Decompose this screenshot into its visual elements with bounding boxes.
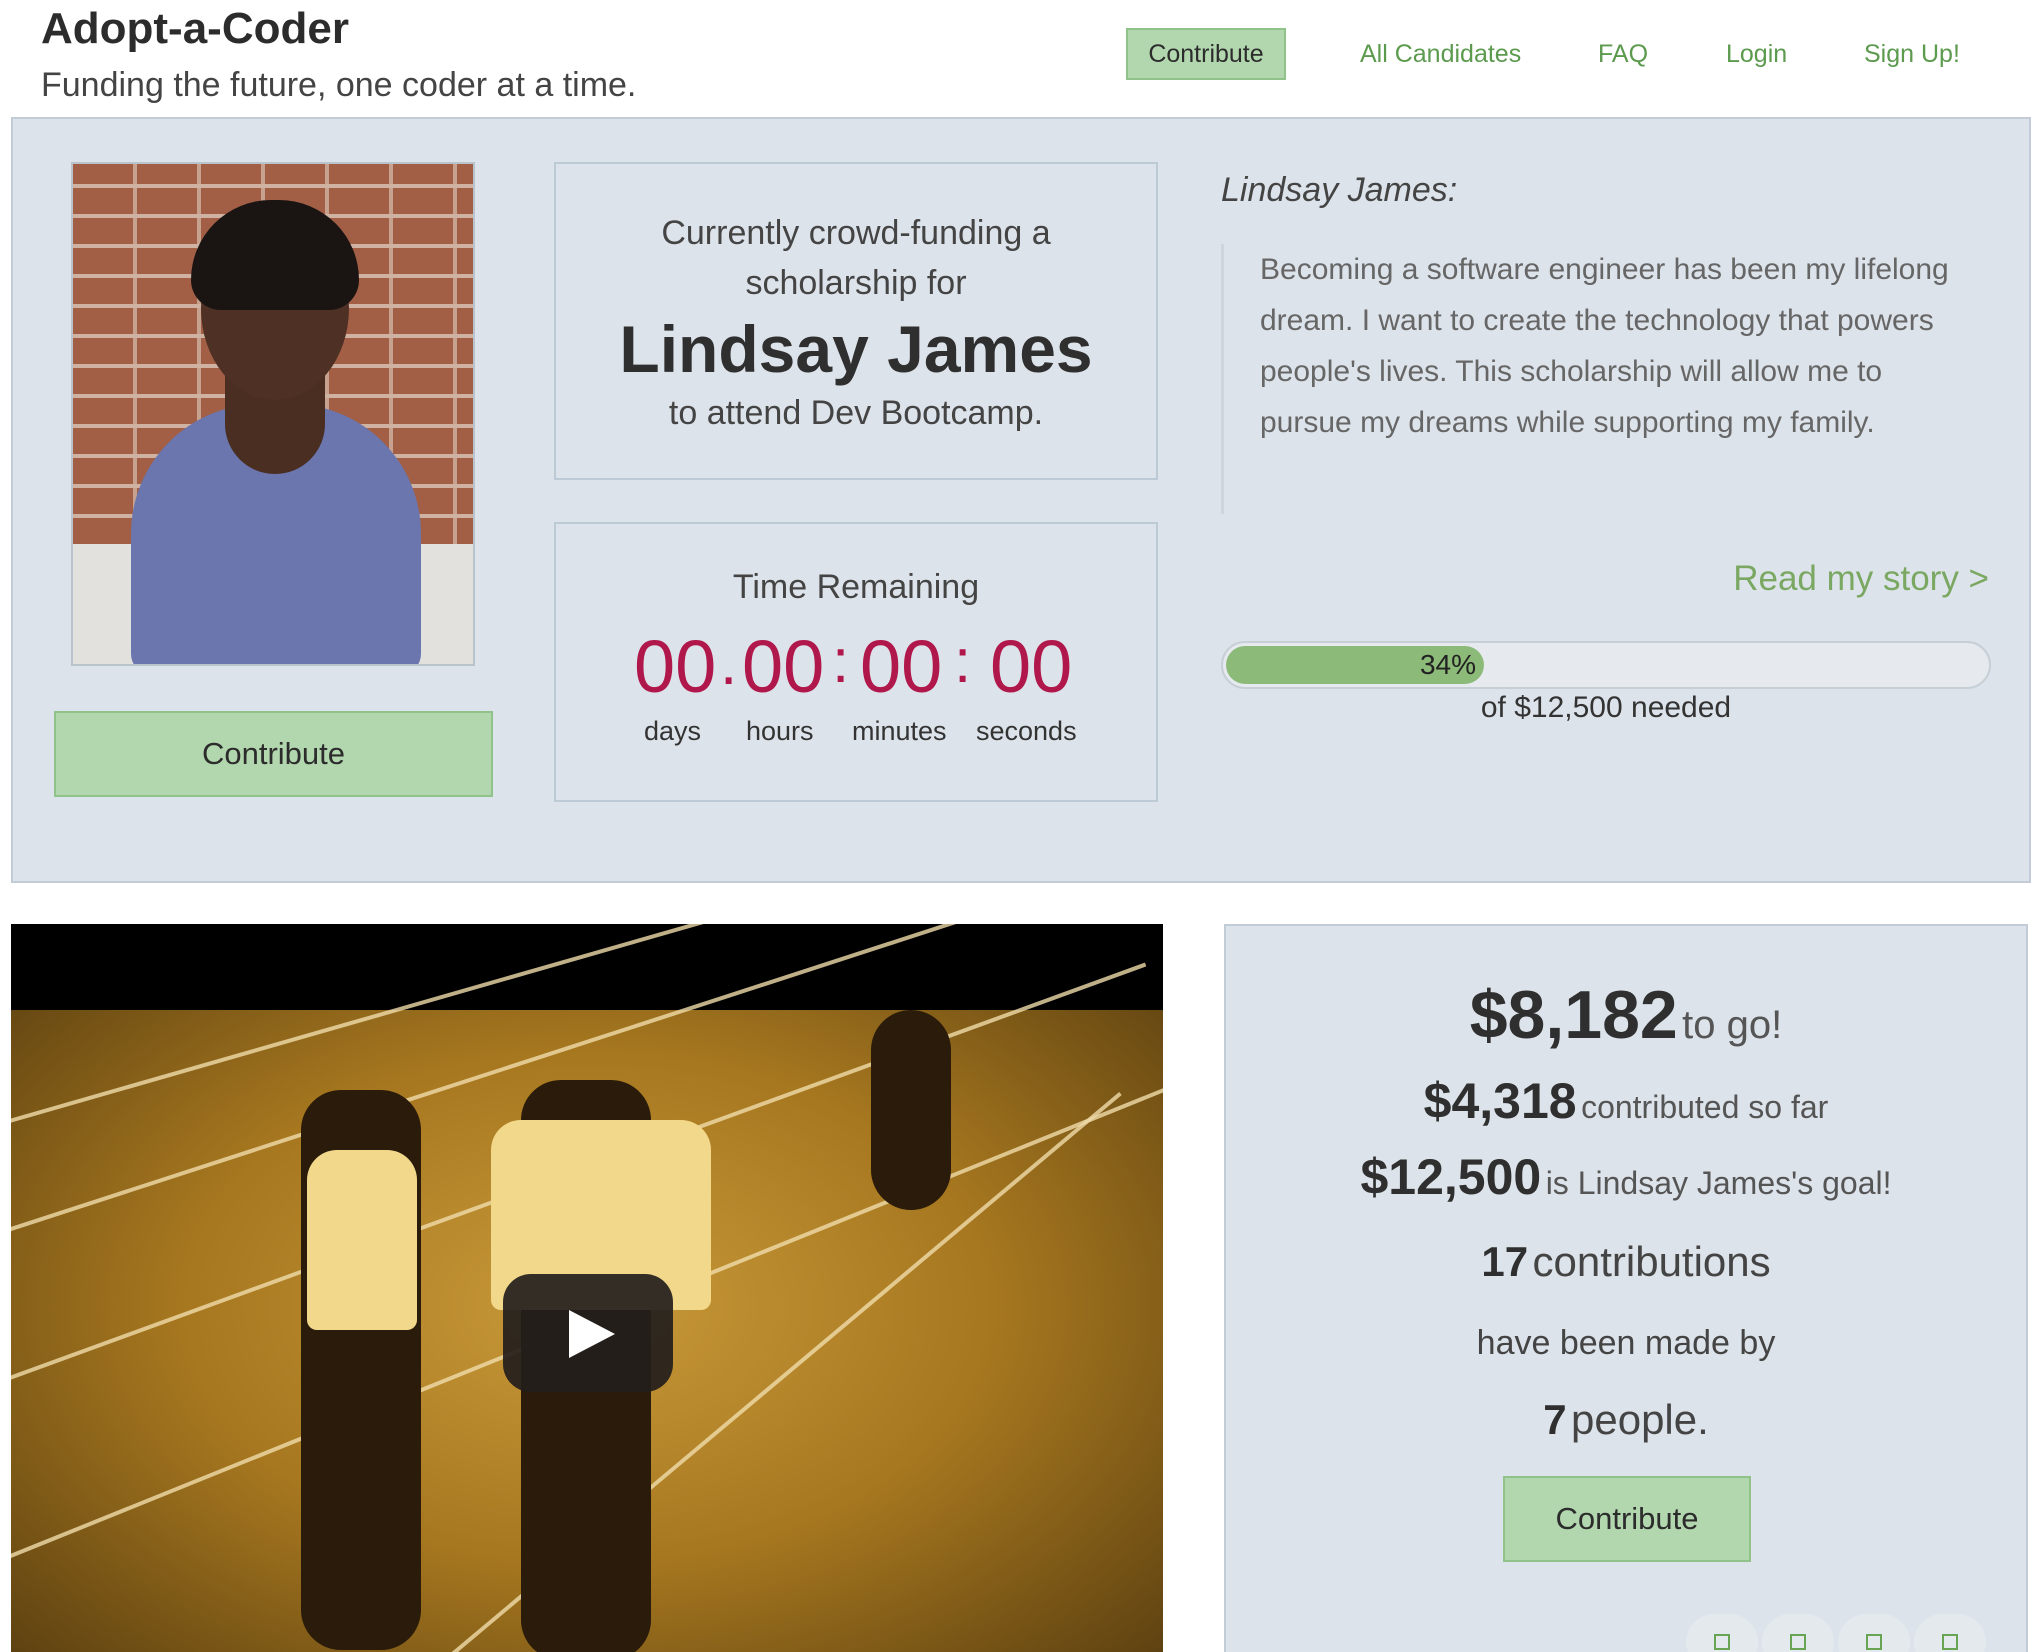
square-dot-icon xyxy=(1790,1634,1806,1650)
made-by-label: have been made by xyxy=(1476,1324,1776,1362)
site-title[interactable]: Adopt-a-Coder xyxy=(41,4,349,54)
timer-seconds: 00 xyxy=(990,625,1073,708)
site-tagline: Funding the future, one coder at a time. xyxy=(41,66,637,104)
square-dot-icon xyxy=(1942,1634,1958,1650)
funding-progress-bar: 34% xyxy=(1221,641,1991,689)
people-label: people. xyxy=(1571,1396,1709,1443)
carousel-dot-1[interactable] xyxy=(1686,1614,1758,1652)
contributions-count: 17 xyxy=(1481,1238,1529,1285)
funding-line-3: to attend Dev Bootcamp. xyxy=(668,394,1044,432)
video-play-button[interactable] xyxy=(503,1274,673,1392)
funding-stats-panel: $8,182 to go! $4,318 contributed so far … xyxy=(1224,924,2028,1652)
timer-unit-seconds: seconds xyxy=(976,716,1077,746)
goal-label: is Lindsay James's goal! xyxy=(1545,1165,1892,1201)
timer-days: 00 xyxy=(634,625,717,708)
candidate-name: Lindsay James xyxy=(619,312,1093,386)
play-icon xyxy=(569,1310,615,1358)
timer-separator: . xyxy=(720,629,738,698)
nav-faq-link[interactable]: FAQ xyxy=(1598,40,1648,69)
carousel-dot-4[interactable] xyxy=(1914,1614,1986,1652)
goal-amount: $12,500 xyxy=(1360,1149,1542,1205)
carousel-dot-2[interactable] xyxy=(1762,1614,1834,1652)
amount-contributed: $4,318 xyxy=(1423,1073,1577,1129)
top-nav: Contribute All Candidates FAQ Login Sign… xyxy=(1126,28,2038,82)
bio-quote: Becoming a software engineer has been my… xyxy=(1221,244,1981,514)
funding-line-1: Currently crowd-funding a xyxy=(661,214,1051,252)
timer-title: Time Remaining xyxy=(732,568,980,606)
progress-percent: 34% xyxy=(1419,649,1476,680)
candidate-hero-panel: Contribute Currently crowd-funding a sch… xyxy=(11,117,2031,883)
funding-line-2: scholarship for xyxy=(745,264,967,302)
timer-separator: : xyxy=(832,627,850,696)
bio-name: Lindsay James: xyxy=(1221,171,1458,209)
stats-contribute-button[interactable]: Contribute xyxy=(1503,1476,1751,1562)
square-dot-icon xyxy=(1866,1634,1882,1650)
square-dot-icon xyxy=(1714,1634,1730,1650)
hero-contribute-button[interactable]: Contribute xyxy=(54,711,493,797)
candidate-photo xyxy=(71,162,475,666)
countdown-digits: 00 . 00 : 00 : 00 xyxy=(556,624,1156,708)
funding-summary-box: Currently crowd-funding a scholarship fo… xyxy=(554,162,1158,480)
nav-login-link[interactable]: Login xyxy=(1726,40,1787,69)
amount-to-go: $8,182 xyxy=(1469,977,1678,1053)
nav-sign-up-link[interactable]: Sign Up! xyxy=(1864,40,1960,69)
amount-to-go-label: to go! xyxy=(1682,1003,1783,1047)
candidate-video[interactable] xyxy=(11,924,1163,1652)
timer-unit-days: days xyxy=(644,716,702,746)
timer-hours: 00 xyxy=(742,625,825,708)
people-count: 7 xyxy=(1543,1396,1567,1443)
countdown-timer-box: Time Remaining 00 . 00 : 00 : 00 days ho… xyxy=(554,522,1158,802)
nav-contribute-button[interactable]: Contribute xyxy=(1126,28,1286,80)
carousel-dot-3[interactable] xyxy=(1838,1614,1910,1652)
nav-all-candidates-link[interactable]: All Candidates xyxy=(1360,40,1521,69)
timer-unit-hours: hours xyxy=(746,716,814,746)
progress-caption: of $12,500 needed xyxy=(1480,691,1732,724)
timer-unit-minutes: minutes xyxy=(852,716,947,746)
timer-minutes: 00 xyxy=(860,625,943,708)
timer-separator: : xyxy=(954,627,972,696)
read-my-story-link[interactable]: Read my story > xyxy=(1733,559,1989,599)
contributions-label: contributions xyxy=(1532,1238,1771,1285)
amount-contributed-label: contributed so far xyxy=(1581,1089,1829,1125)
